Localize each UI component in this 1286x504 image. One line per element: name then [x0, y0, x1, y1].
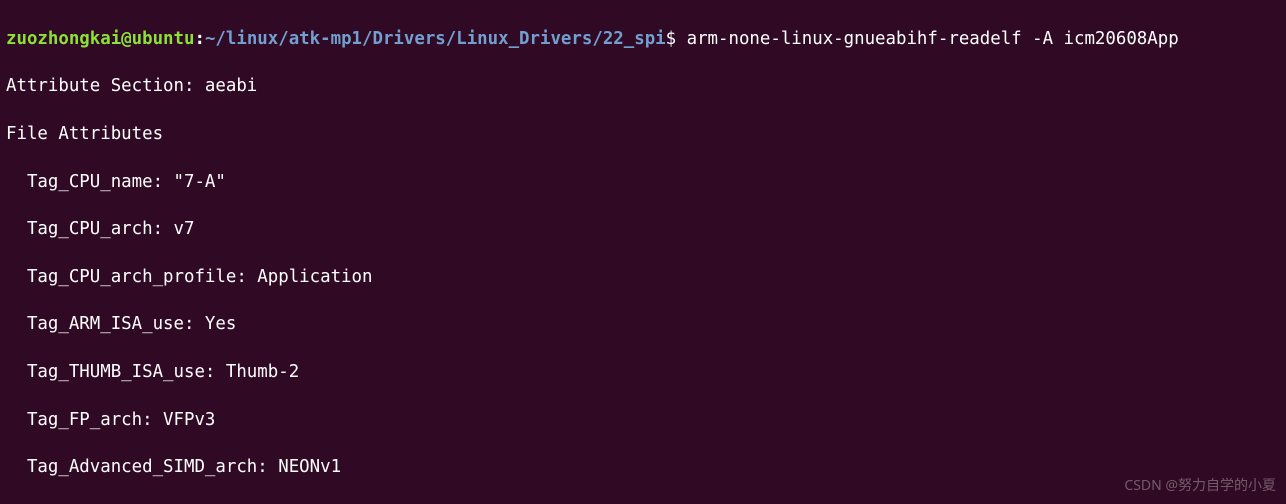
terminal-window[interactable]: zuozhongkai@ubuntu:~/linux/atk-mp1/Drive… — [0, 0, 1286, 504]
prompt-path: ~/linux/atk-mp1/Drivers/Linux_Drivers/22… — [205, 29, 666, 49]
output-line: File Attributes — [6, 123, 1280, 147]
output-line: Tag_FP_arch: VFPv3 — [6, 409, 1280, 433]
output-line: Tag_THUMB_ISA_use: Thumb-2 — [6, 361, 1280, 385]
entered-command: arm-none-linux-gnueabihf-readelf -A icm2… — [676, 29, 1179, 49]
output-line: Tag_CPU_name: "7-A" — [6, 171, 1280, 195]
output-line: Tag_CPU_arch_profile: Application — [6, 266, 1280, 290]
prompt-dollar: $ — [666, 29, 676, 49]
output-line: Tag_Advanced_SIMD_arch: NEONv1 — [6, 456, 1280, 480]
output-line: Attribute Section: aeabi — [6, 75, 1280, 99]
prompt-line-1: zuozhongkai@ubuntu:~/linux/atk-mp1/Drive… — [6, 28, 1280, 52]
prompt-user: zuozhongkai@ubuntu — [6, 29, 194, 49]
output-line: Tag_CPU_arch: v7 — [6, 218, 1280, 242]
prompt-colon: : — [194, 29, 204, 49]
output-line: Tag_ARM_ISA_use: Yes — [6, 313, 1280, 337]
